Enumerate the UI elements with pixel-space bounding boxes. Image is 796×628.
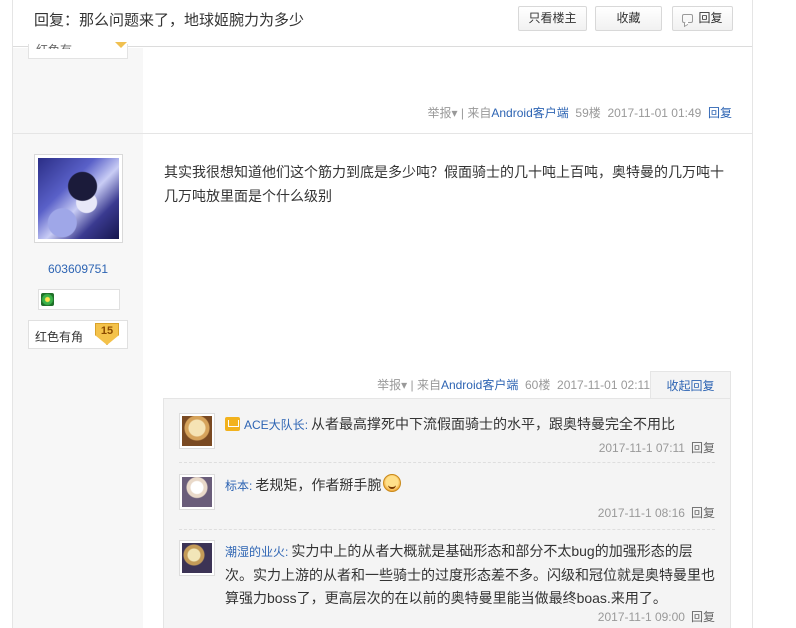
sub-reply-avatar[interactable] [179, 540, 215, 576]
member-badge-icon[interactable] [41, 293, 54, 306]
level-badge[interactable]: 红色有角 15 [28, 320, 128, 349]
dropdown-icon[interactable]: ▾ [401, 378, 407, 392]
sub-reply-body: 潮湿的业火: 实力中上的从者大概就是基础形态和部分不太bug的加强形态的层次。实力… [225, 543, 715, 606]
author-username[interactable]: 603609751 [13, 262, 143, 276]
thread-title: 回复：那么问题来了，地球姬腕力为多少 [34, 12, 305, 29]
sub-reply-divider [179, 462, 715, 463]
post-time: 2017-11-01 01:49 [607, 106, 702, 120]
reply-button-label: 回复 [698, 11, 723, 25]
prev-post-tail: 举报▾ | 来自Android客户端 59楼 2017-11-01 01:49 … [13, 104, 733, 121]
sub-reply-reply-link[interactable]: 回复 [691, 441, 715, 455]
report-link[interactable]: 举报 [377, 378, 401, 392]
sub-reply-avatar[interactable] [179, 474, 215, 510]
only-op-button[interactable]: 只看楼主 [518, 6, 587, 31]
smile-emoji-icon [383, 474, 402, 492]
sub-reply-text: 实力中上的从者大概就是基础形态和部分不太bug的加强形态的层次。实力上游的从者和… [225, 543, 715, 606]
avatar-image [38, 158, 119, 239]
sub-reply-time: 2017-11-1 07:11 [598, 441, 685, 455]
thread-page: 回复：那么问题来了，地球姬腕力为多少 只看楼主 收藏 回复 红色有角 举报▾ |… [12, 0, 753, 628]
post-content: 其实我很想知道他们这个筋力到底是多少吨？假面骑士的几十吨上百吨，奥特曼的几万吨十… [164, 164, 724, 204]
post-tail: 举报▾ | 来自Android客户端 60楼 2017-11-01 02:11 [163, 376, 650, 393]
sub-reply-item: 标本: 老规矩，作者掰手腕 2017-11-1 08:16 回复 [179, 474, 715, 528]
sub-reply-divider [179, 529, 715, 530]
level-number: 15 [100, 325, 114, 337]
comment-icon [682, 14, 694, 23]
sub-reply-text: 从者最高撑死中下流假面骑士的水平，跟奥特曼完全不用比 [311, 416, 676, 432]
sub-reply-item: ACE大队长: 从者最高撑死中下流假面骑士的水平，跟奥特曼完全不用比 2017-1… [179, 413, 715, 463]
reply-link[interactable]: 回复 [708, 106, 732, 120]
post-divider [13, 133, 752, 134]
member-icon-box [38, 289, 120, 310]
report-link[interactable]: 举报 [428, 106, 452, 120]
sub-reply-reply-link[interactable]: 回复 [691, 506, 715, 520]
favorite-button[interactable]: 收藏 [595, 6, 662, 31]
floor-number: 59楼 [575, 106, 601, 120]
vip-crown-icon [225, 417, 240, 431]
floor-number: 60楼 [525, 378, 551, 392]
fold-replies-button[interactable]: 收起回复 [650, 371, 731, 399]
sub-reply-reply-link[interactable]: 回复 [691, 610, 715, 624]
source-prefix: 来自 [416, 378, 441, 392]
sub-reply-time: 2017-11-1 08:16 [597, 506, 685, 520]
level-name: 红色有角 [35, 330, 84, 344]
divider: | [460, 106, 465, 120]
sub-reply-username[interactable]: 标本 [225, 479, 249, 493]
sub-reply-meta: 2017-11-1 07:11 回复 [599, 439, 715, 456]
sub-reply-meta: 2017-11-1 08:16 回复 [598, 504, 715, 521]
level-shield-icon [115, 42, 127, 48]
source-prefix: 来自 [467, 106, 492, 120]
source-link[interactable]: Android客户端 [491, 106, 568, 120]
dropdown-icon[interactable]: ▾ [452, 106, 458, 120]
divider: | [410, 378, 414, 392]
sub-reply-avatar[interactable] [179, 413, 215, 449]
sub-reply-panel: ACE大队长: 从者最高撑死中下流假面骑士的水平，跟奥特曼完全不用比 2017-1… [163, 398, 731, 628]
sub-reply-time: 2017-11-1 09:00 [597, 610, 685, 624]
avatar[interactable] [34, 154, 123, 243]
prev-level-text: 红色有角 [36, 41, 76, 49]
sub-reply-body: 标本: 老规矩，作者掰手腕 [225, 474, 715, 498]
sub-reply-text: 老规矩，作者掰手腕 [255, 477, 382, 493]
level-shield-icon: 15 [95, 323, 119, 345]
source-link[interactable]: Android客户端 [441, 378, 518, 392]
sub-reply-body: ACE大队长: 从者最高撑死中下流假面骑士的水平，跟奥特曼完全不用比 [225, 413, 715, 437]
sub-reply-username[interactable]: ACE大队长 [244, 418, 305, 432]
thread-header: 回复：那么问题来了，地球姬腕力为多少 只看楼主 收藏 回复 [13, 0, 752, 47]
reply-button[interactable]: 回复 [672, 6, 733, 31]
post-time: 2017-11-01 02:11 [557, 378, 650, 392]
sub-reply-item: 潮湿的业火: 实力中上的从者大概就是基础形态和部分不太bug的加强形态的层次。实力… [179, 540, 715, 628]
prev-level-badge: 红色有角 [28, 41, 128, 59]
sub-reply-meta: 2017-11-1 09:00 回复 [598, 608, 715, 625]
sub-reply-username[interactable]: 潮湿的业火 [225, 545, 285, 559]
